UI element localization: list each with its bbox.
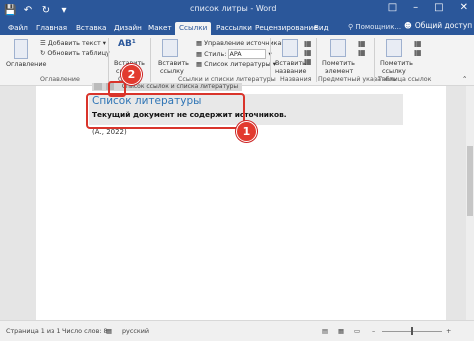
- bibliography-options-icon[interactable]: [94, 83, 102, 90]
- divider: [270, 38, 271, 82]
- zoom-in-icon[interactable]: +: [446, 327, 451, 335]
- tab-file[interactable]: Файл: [4, 22, 32, 33]
- mark-entry-icon: [330, 39, 346, 57]
- zoom-out-icon[interactable]: –: [372, 327, 375, 335]
- tab-layout[interactable]: Макет: [144, 22, 176, 33]
- captions-small-icons[interactable]: ▦ ▦ ▦: [304, 39, 312, 66]
- manage-sources-button[interactable]: ▦ Управление источниками: [196, 39, 290, 47]
- update-table-label: Обновить таблицу: [47, 49, 110, 57]
- ribbon-tabs: Файл Главная Вставка Дизайн Макет Ссылки…: [0, 20, 474, 35]
- share-button[interactable]: ☻ Общий доступ: [404, 21, 472, 30]
- print-layout-icon[interactable]: ▦: [338, 327, 344, 335]
- minimize-icon[interactable]: –: [413, 2, 418, 13]
- style-label: Стиль:: [204, 50, 227, 58]
- insert-citation-icon: [162, 39, 178, 57]
- tell-me-label: Помощник...: [355, 23, 402, 31]
- window-controls: □ – □ ✕: [388, 2, 468, 13]
- ribbon: Оглавление ☰ Добавить текст ▾ ↻ Обновить…: [0, 35, 474, 86]
- authorities-small-icons[interactable]: ▦ ▦: [414, 39, 422, 57]
- insert-citation-button[interactable]: Вставить: [158, 59, 189, 67]
- step-badge: 2: [121, 64, 142, 85]
- language[interactable]: русский: [122, 327, 149, 335]
- divider: [108, 38, 109, 82]
- add-text-button[interactable]: ☰ Добавить текст ▾: [40, 39, 106, 47]
- tell-me-box[interactable]: ⚲ Помощник...: [348, 23, 401, 31]
- toc-icon: [14, 39, 28, 59]
- insert-caption-label2: название: [275, 67, 307, 75]
- save-icon[interactable]: 💾: [4, 5, 16, 16]
- insert-caption-button[interactable]: Вставить: [275, 59, 306, 67]
- tab-view[interactable]: Вид: [310, 22, 333, 33]
- citation-text: (А., 2022): [92, 128, 127, 136]
- word-window: 💾 ↶ ↻ ▾ список литры - Word □ – □ ✕ Файл…: [0, 0, 474, 341]
- bibliography-label: Список литературы: [204, 60, 271, 68]
- insert-citation-label2: ссылку: [160, 67, 184, 75]
- undo-icon[interactable]: ↶: [22, 5, 34, 16]
- status-bar: Страница 1 из 1 Число слов: 8 ▦ русский …: [0, 320, 474, 341]
- divider: [374, 38, 375, 82]
- customize-icon[interactable]: ▾: [58, 5, 70, 16]
- close-icon[interactable]: ✕: [460, 2, 468, 13]
- scrollbar-thumb[interactable]: [467, 146, 473, 216]
- web-layout-icon[interactable]: ▭: [354, 327, 360, 335]
- quick-access-toolbar: 💾 ↶ ↻ ▾: [4, 3, 70, 17]
- step-badge: 1: [236, 121, 257, 142]
- redo-icon[interactable]: ↻: [40, 5, 52, 16]
- highlight-frame: [108, 81, 126, 97]
- maximize-icon[interactable]: □: [434, 2, 443, 13]
- group-authorities-label: Таблица ссылок: [378, 76, 432, 83]
- collapse-ribbon-icon[interactable]: ⌃: [462, 75, 467, 83]
- word-count[interactable]: Число слов: 8: [62, 327, 108, 335]
- page-count[interactable]: Страница 1 из 1: [6, 327, 61, 335]
- mark-entry-label2: элемент: [325, 67, 354, 75]
- highlight-frame: [86, 93, 245, 129]
- zoom-slider-thumb[interactable]: [411, 327, 413, 335]
- ribbon-options-icon[interactable]: □: [388, 2, 397, 13]
- tab-insert[interactable]: Вставка: [72, 22, 110, 33]
- add-text-label: Добавить текст: [47, 39, 101, 47]
- divider: [150, 38, 151, 82]
- mark-citation-icon: [386, 39, 402, 57]
- vertical-scrollbar[interactable]: [466, 86, 474, 320]
- tab-home[interactable]: Главная: [32, 22, 71, 33]
- share-label: Общий доступ: [414, 21, 473, 30]
- divider: [316, 38, 317, 82]
- footnote-icon: AB¹: [118, 39, 136, 49]
- title-bar: 💾 ↶ ↻ ▾ список литры - Word □ – □ ✕: [0, 0, 474, 20]
- read-mode-icon[interactable]: ▤: [322, 327, 328, 335]
- tab-mailings[interactable]: Рассылки: [212, 22, 256, 33]
- manage-sources-label: Управление источниками: [204, 39, 291, 47]
- person-icon: ☻: [404, 21, 412, 30]
- update-table-button[interactable]: ↻ Обновить таблицу: [40, 49, 110, 57]
- mark-citation-label2: ссылку: [382, 67, 406, 75]
- tab-design[interactable]: Дизайн: [110, 22, 146, 33]
- proofing-icon[interactable]: ▦: [106, 327, 112, 335]
- style-selector[interactable]: ▦ Стиль: APA ▾: [196, 49, 272, 59]
- mark-entry-button[interactable]: Пометить: [322, 59, 355, 67]
- content-control-label: Список ссылок и списка литературы: [121, 83, 239, 90]
- mark-citation-button[interactable]: Пометить: [380, 59, 413, 67]
- tab-references[interactable]: Ссылки: [175, 22, 212, 35]
- toc-button[interactable]: Оглавление: [6, 60, 46, 68]
- group-citations-label: Ссылки и списки литературы: [178, 76, 276, 83]
- insert-caption-icon: [282, 39, 298, 57]
- document-title: список литры - Word: [190, 4, 277, 13]
- index-small-icons[interactable]: ▦ ▦: [358, 39, 366, 57]
- style-value: APA: [228, 49, 267, 59]
- group-toc-label: Оглавление: [40, 76, 80, 83]
- group-captions-label: Названия: [280, 76, 312, 83]
- bibliography-button[interactable]: ▦ Список литературы ▾: [196, 60, 276, 68]
